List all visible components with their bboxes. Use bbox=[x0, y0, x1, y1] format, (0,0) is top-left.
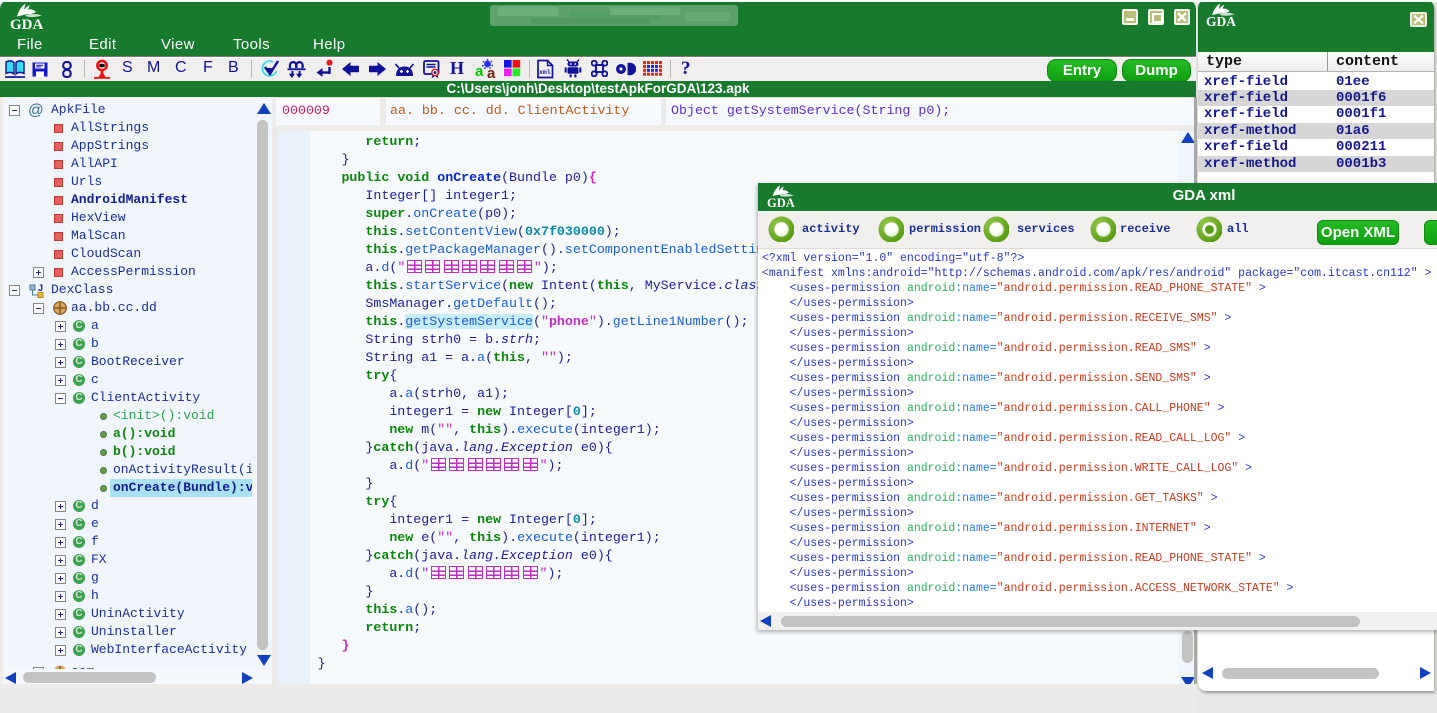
svg-text:xml: xml bbox=[539, 69, 551, 76]
svg-text:a: a bbox=[475, 63, 484, 79]
svg-text:GDA: GDA bbox=[767, 196, 795, 210]
svg-text:@: @ bbox=[28, 102, 44, 118]
svg-text:GDA: GDA bbox=[10, 17, 44, 32]
svg-text:J: J bbox=[38, 283, 43, 293]
svg-text:a: a bbox=[487, 65, 496, 79]
svg-text:GDA: GDA bbox=[1206, 14, 1236, 28]
